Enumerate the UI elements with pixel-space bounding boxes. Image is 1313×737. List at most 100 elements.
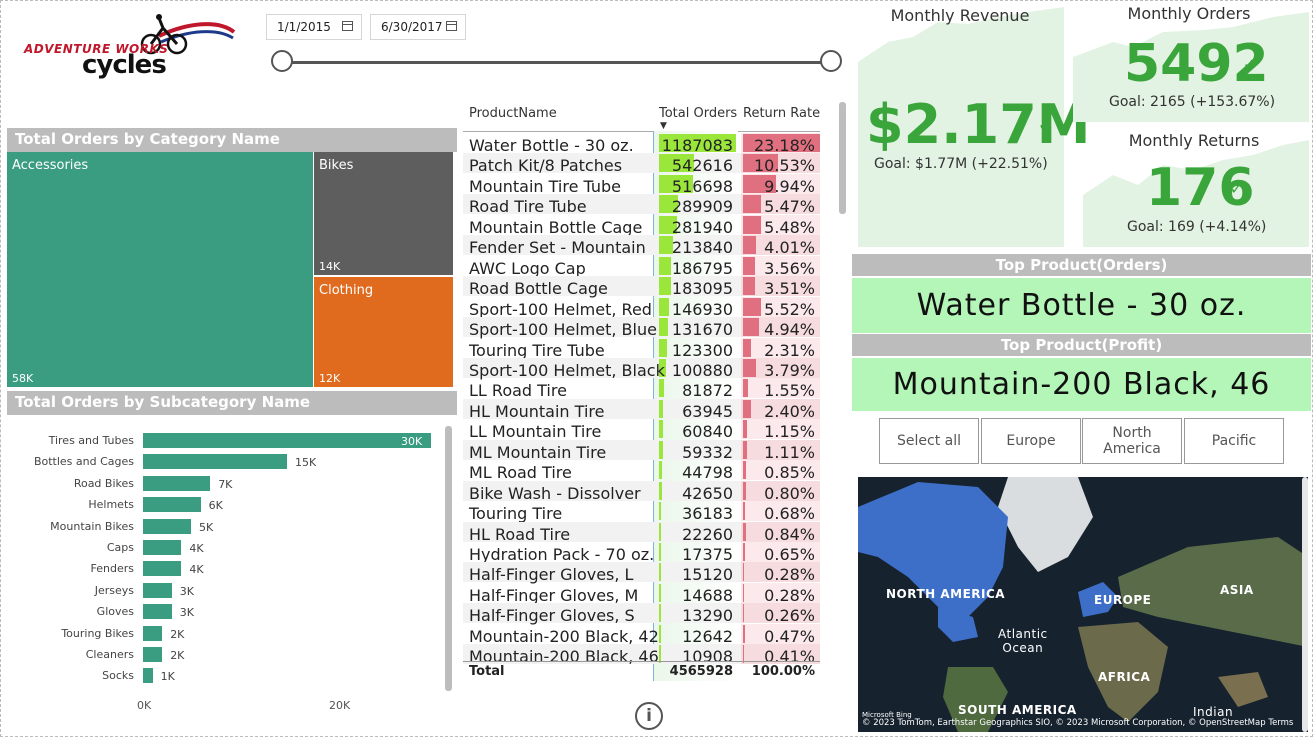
return-rate-cell: 0.47% <box>764 626 815 646</box>
info-icon[interactable]: i <box>635 702 663 730</box>
bar-value-label: 4K <box>189 542 204 555</box>
table-row[interactable]: Half-Finger Gloves, L 15120 0.28% <box>463 562 820 585</box>
total-orders-cell: 13290 <box>682 606 733 626</box>
table-row[interactable]: LL Mountain Tire 60840 1.15% <box>463 419 820 441</box>
top-product-profit-value: Mountain-200 Black, 46 <box>852 358 1311 411</box>
start-date-value: 1/1/2015 <box>277 20 331 34</box>
bar[interactable] <box>143 561 182 577</box>
date-range-track[interactable] <box>282 61 832 64</box>
bar[interactable] <box>143 668 153 684</box>
end-date-handle[interactable] <box>820 50 842 72</box>
tile-value: 14K <box>319 260 341 273</box>
start-date-handle[interactable] <box>271 50 293 72</box>
calendar-icon[interactable] <box>446 21 457 31</box>
column-header-total-orders[interactable]: Total Orders <box>659 106 737 121</box>
total-orders-cell: 100880 <box>671 360 733 380</box>
treemap-tile-accessories[interactable]: Accessories 58K <box>7 152 313 387</box>
bar-value-label: 3K <box>179 584 195 598</box>
start-date-input[interactable]: 1/1/2015 <box>266 14 362 40</box>
table-row[interactable]: Half-Finger Gloves, S 13290 0.26% <box>463 603 820 626</box>
bar[interactable] <box>143 625 163 641</box>
return-rate-cell: 2.40% <box>764 401 815 421</box>
bar-value-label: 15K <box>295 456 317 470</box>
table-row[interactable]: Fender Set - Mountain 213840 4.01% <box>463 235 820 258</box>
total-orders-cell: 15120 <box>682 565 733 585</box>
return-rate-cell: 3.51% <box>764 279 815 299</box>
tile-label: Clothing <box>319 283 374 298</box>
end-date-input[interactable]: 6/30/2017 <box>370 14 466 40</box>
product-name-cell: Half-Finger Gloves, M <box>469 585 639 605</box>
total-orders-cell: 17375 <box>682 545 733 564</box>
calendar-icon[interactable] <box>342 21 353 31</box>
table-row[interactable]: HL Mountain Tire 63945 2.40% <box>463 398 820 421</box>
product-name-cell: Sport-100 Helmet, Red <box>469 299 652 319</box>
revenue-kpi-goal: Goal: $1.77M (+22.51%) <box>874 156 1048 172</box>
return-rate-cell: 0.84% <box>764 524 815 544</box>
bar-label: Jerseys <box>94 583 134 597</box>
product-name-cell: Fender Set - Mountain <box>469 238 646 258</box>
column-header-product[interactable]: ProductName <box>469 106 557 121</box>
table-row[interactable]: Half-Finger Gloves, M 14688 0.28% <box>463 582 820 605</box>
bar-label: Road Bikes <box>73 476 134 490</box>
total-orders-cell: 213840 <box>671 238 733 258</box>
table-row[interactable]: Patch Kit/8 Patches 542616 10.53% <box>463 153 820 175</box>
table-row[interactable]: Sport-100 Helmet, Black 100880 3.79% <box>463 357 820 380</box>
table-row[interactable]: Sport-100 Helmet, Blue 131670 4.94% <box>463 317 820 340</box>
x-axis-tick: 0K <box>137 699 152 712</box>
table-row[interactable]: Touring Tire 36183 0.68% <box>463 501 820 524</box>
product-name-cell: Sport-100 Helmet, Black <box>469 360 665 380</box>
table-row[interactable]: Mountain-200 Black, 42 12642 0.47% <box>463 623 820 646</box>
bar[interactable] <box>143 497 201 513</box>
bar[interactable] <box>143 518 191 534</box>
table-row[interactable]: HL Road Tire 22260 0.84% <box>463 521 820 544</box>
map-scrollbar[interactable] <box>1302 477 1308 732</box>
region-button-select-all[interactable]: Select all <box>879 418 979 464</box>
bar[interactable] <box>143 582 172 598</box>
bar[interactable] <box>143 604 172 620</box>
bar[interactable] <box>143 540 182 555</box>
bar[interactable] <box>143 647 163 662</box>
bar-label: Caps <box>106 541 134 554</box>
product-name-cell: Mountain Tire Tube <box>469 176 621 196</box>
table-row[interactable]: Road Bottle Cage 183095 3.51% <box>463 276 820 299</box>
top-product-profit-title: Top Product(Profit) <box>852 334 1311 356</box>
product-name-cell: Hydration Pack - 70 oz. <box>469 545 655 564</box>
table-row[interactable]: Sport-100 Helmet, Red 146930 5.52% <box>463 296 820 319</box>
table-scrollbar[interactable] <box>839 102 846 214</box>
table-row[interactable]: Touring Tire Tube 123300 2.31% <box>463 337 820 360</box>
treemap-tile-bikes[interactable]: Bikes 14K <box>314 152 453 275</box>
return-rate-cell: 0.26% <box>764 606 815 626</box>
region-button-pacific[interactable]: Pacific <box>1184 418 1284 464</box>
table-row[interactable]: ML Road Tire 44798 0.85% <box>463 460 820 483</box>
total-orders-cell: 131670 <box>671 320 733 340</box>
bar-value-label: 7K <box>218 477 233 491</box>
table-row[interactable]: Hydration Pack - 70 oz. 17375 0.65% <box>463 542 820 564</box>
bar-value-label: 3K <box>179 606 195 620</box>
logo-cycles-text: cycles <box>82 50 167 80</box>
table-row[interactable]: Mountain Tire Tube 516698 9.94% <box>463 173 820 196</box>
table-row[interactable]: Road Tire Tube 289909 5.47% <box>463 194 820 216</box>
column-header-return-rate[interactable]: Return Rate <box>743 106 820 121</box>
chart-scrollbar[interactable] <box>445 426 452 691</box>
total-orders-cell: 146930 <box>671 299 733 319</box>
sales-region-map[interactable]: NORTH AMERICA EUROPE ASIA Atlantic Ocean… <box>858 477 1308 732</box>
total-orders-cell: 36183 <box>682 504 733 524</box>
treemap-tile-clothing[interactable]: Clothing 12K <box>314 277 453 387</box>
bar-label: Tires and Tubes <box>48 434 134 447</box>
product-name-cell: Bike Wash - Dissolver <box>469 483 641 503</box>
sort-desc-icon[interactable]: ▼ <box>660 121 667 131</box>
table-row[interactable]: LL Road Tire 81872 1.55% <box>463 378 820 400</box>
bar[interactable] <box>143 454 287 470</box>
product-name-cell: ML Road Tire <box>469 463 572 483</box>
return-rate-cell: 2.31% <box>764 340 815 360</box>
region-button-north-america[interactable]: North America <box>1082 418 1182 464</box>
table-row[interactable]: Mountain Bottle Cage 281940 5.48% <box>463 214 820 237</box>
region-button-europe[interactable]: Europe <box>981 418 1081 464</box>
table-row[interactable]: ML Mountain Tire 59332 1.11% <box>463 439 820 462</box>
bar[interactable] <box>143 433 431 448</box>
table-row[interactable]: AWC Logo Cap 186795 3.56% <box>463 255 820 278</box>
table-row[interactable]: Bike Wash - Dissolver 42650 0.80% <box>463 480 820 503</box>
bar[interactable] <box>143 475 211 491</box>
bar-value-label: 4K <box>189 563 204 577</box>
table-row[interactable]: Water Bottle - 30 oz. 1187083 23.18% <box>463 133 820 155</box>
